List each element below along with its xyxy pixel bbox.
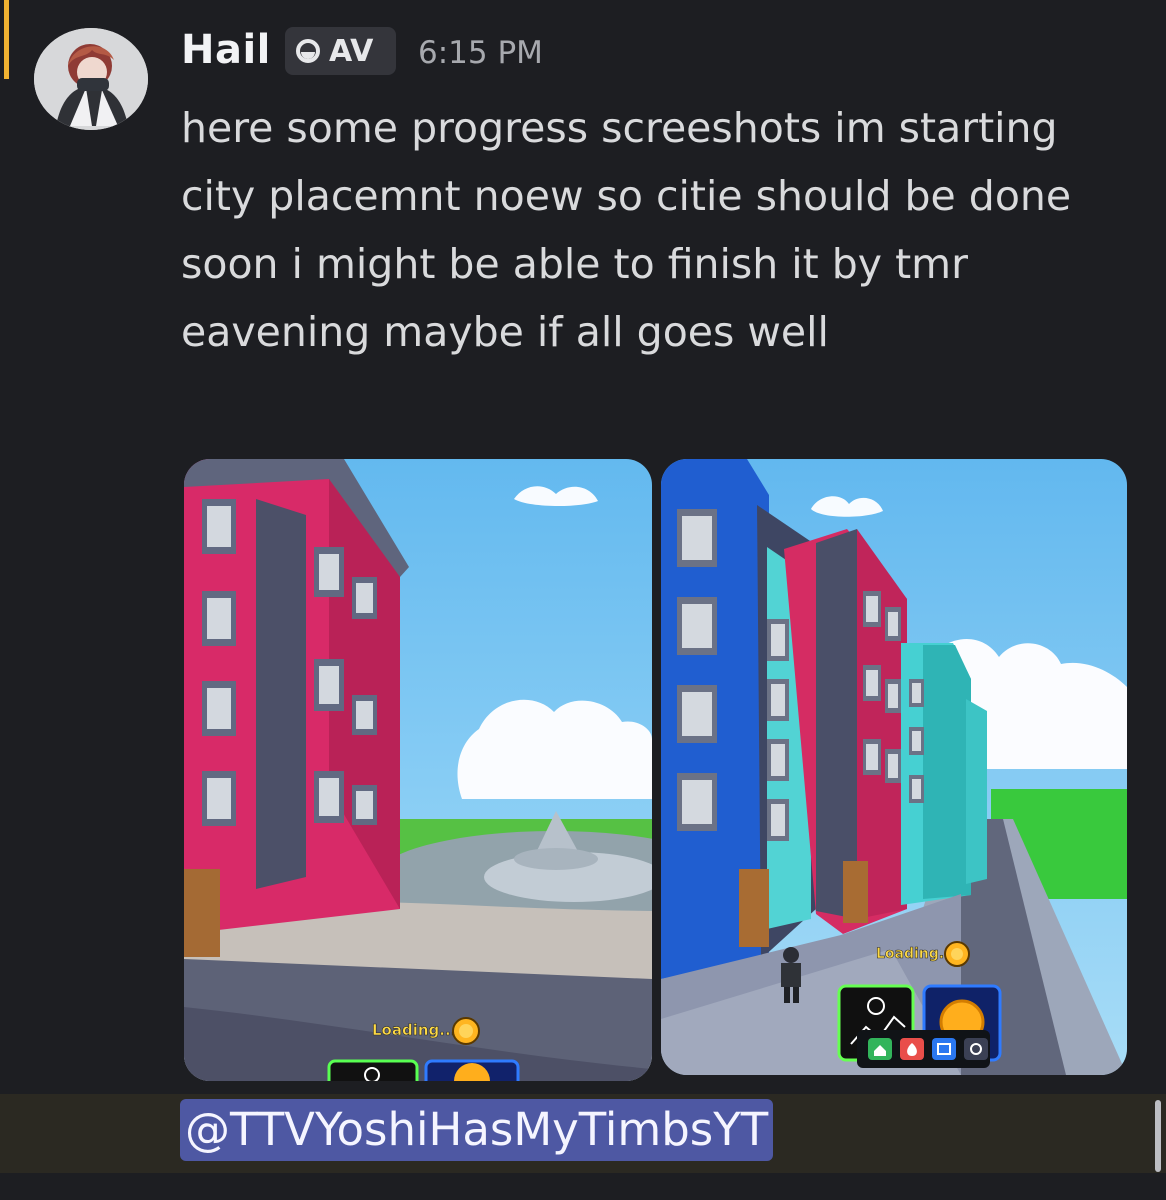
image-icon — [932, 1038, 956, 1060]
message-text: here some progress screeshots im startin… — [181, 104, 1085, 356]
coin-icon — [944, 941, 970, 967]
author-name[interactable]: Hail — [181, 27, 271, 73]
game-screenshot-2: Loading... — [661, 459, 1127, 1075]
avatar-image — [34, 28, 148, 130]
timestamp: 6:15 PM — [418, 35, 543, 71]
mention-pill[interactable]: @TTVYoshiHasMyTimbsYT — [180, 1099, 774, 1161]
game-screenshot-1: Loading... — [184, 459, 652, 1081]
coin-button-icon — [424, 1059, 520, 1081]
loading-text: Loading... — [372, 1021, 456, 1039]
attachment-image-1[interactable]: Loading... — [184, 459, 652, 1081]
reply-accent — [4, 0, 9, 79]
scrollbar[interactable] — [1155, 1100, 1161, 1172]
clan-tag-label: AV — [329, 33, 374, 69]
clan-tag[interactable]: AV — [285, 27, 396, 75]
loading-text: Loading... — [876, 946, 955, 962]
fire-icon — [900, 1038, 924, 1060]
gear-icon — [964, 1038, 988, 1060]
clan-badge-icon — [296, 39, 320, 63]
coin-icon — [452, 1017, 480, 1045]
home-icon — [868, 1038, 892, 1060]
attachment-image-2[interactable]: Loading... — [661, 459, 1127, 1075]
money-chart-icon — [327, 1059, 419, 1081]
avatar[interactable] — [34, 28, 148, 130]
